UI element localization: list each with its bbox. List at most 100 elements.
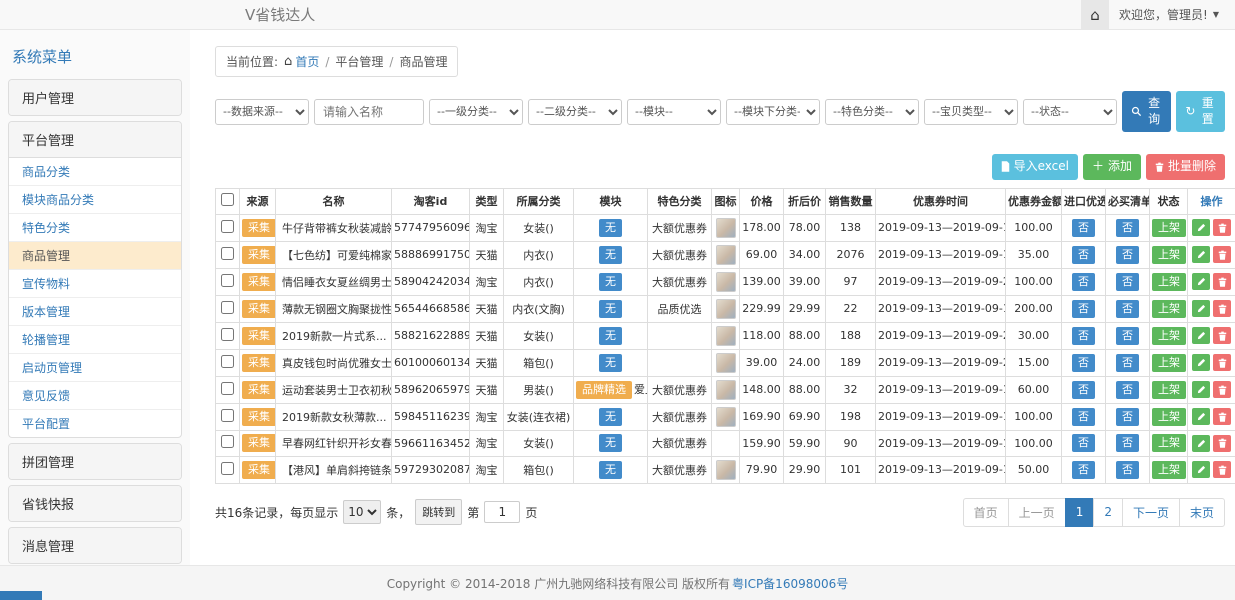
edit-button[interactable] <box>1192 300 1210 317</box>
user-menu[interactable]: 欢迎您，管理员! ▼ <box>1109 6 1235 23</box>
item-type-select[interactable]: --宝贝类型-- <box>924 99 1018 125</box>
status-badge[interactable]: 上架 <box>1152 300 1186 318</box>
page-button-5[interactable]: 末页 <box>1179 498 1225 527</box>
must-buy-toggle[interactable]: 否 <box>1116 408 1139 426</box>
edit-button[interactable] <box>1192 461 1210 478</box>
must-buy-toggle[interactable]: 否 <box>1116 219 1139 237</box>
page-number-input[interactable] <box>484 501 520 523</box>
search-button[interactable]: 查询 <box>1122 91 1171 132</box>
row-checkbox[interactable] <box>221 435 234 448</box>
row-checkbox[interactable] <box>221 409 234 422</box>
delete-button[interactable] <box>1213 461 1231 478</box>
must-buy-toggle[interactable]: 否 <box>1116 273 1139 291</box>
edit-button[interactable] <box>1192 219 1210 236</box>
status-badge[interactable]: 上架 <box>1152 273 1186 291</box>
edit-button[interactable] <box>1192 273 1210 290</box>
sidebar-subitem-4[interactable]: 宣传物料 <box>9 270 181 298</box>
module-badge[interactable]: 无 <box>599 327 622 345</box>
sidebar-item-3[interactable]: 省钱快报 <box>9 486 181 521</box>
level2-category-select[interactable]: --二级分类-- <box>528 99 622 125</box>
delete-button[interactable] <box>1213 354 1231 371</box>
edit-button[interactable] <box>1192 381 1210 398</box>
row-checkbox[interactable] <box>221 274 234 287</box>
row-checkbox[interactable] <box>221 328 234 341</box>
sidebar-subitem-6[interactable]: 轮播管理 <box>9 326 181 354</box>
status-badge[interactable]: 上架 <box>1152 246 1186 264</box>
import-select-toggle[interactable]: 否 <box>1072 434 1095 452</box>
reset-button[interactable]: ↻ 重置 <box>1176 91 1225 132</box>
page-size-select[interactable]: 10 <box>343 500 381 524</box>
module-select[interactable]: --模块-- <box>627 99 721 125</box>
delete-button[interactable] <box>1213 300 1231 317</box>
sidebar-item-2[interactable]: 拼团管理 <box>9 444 181 479</box>
home-button[interactable]: ⌂ <box>1081 0 1109 29</box>
must-buy-toggle[interactable]: 否 <box>1116 354 1139 372</box>
status-badge[interactable]: 上架 <box>1152 434 1186 452</box>
sidebar-subitem-9[interactable]: 平台配置 <box>9 410 181 437</box>
breadcrumb-home-link[interactable]: ⌂ 首页 <box>284 53 319 70</box>
row-checkbox[interactable] <box>221 247 234 260</box>
page-button-1[interactable]: 上一页 <box>1008 498 1066 527</box>
module-badge[interactable]: 无 <box>599 273 622 291</box>
batch-delete-button[interactable]: 批量删除 <box>1146 154 1225 180</box>
module-badge[interactable]: 无 <box>599 434 622 452</box>
module-badge[interactable]: 无 <box>599 354 622 372</box>
module-badge[interactable]: 无 <box>599 219 622 237</box>
must-buy-toggle[interactable]: 否 <box>1116 381 1139 399</box>
status-badge[interactable]: 上架 <box>1152 327 1186 345</box>
module-badge[interactable]: 无 <box>599 461 622 479</box>
page-button-0[interactable]: 首页 <box>963 498 1009 527</box>
app-title[interactable]: V省钱达人 <box>0 4 315 25</box>
must-buy-toggle[interactable]: 否 <box>1116 327 1139 345</box>
row-checkbox[interactable] <box>221 355 234 368</box>
sidebar-subitem-8[interactable]: 意见反馈 <box>9 382 181 410</box>
jump-button[interactable]: 跳转到 <box>415 499 462 525</box>
select-all-checkbox[interactable] <box>221 193 234 206</box>
sidebar-subitem-7[interactable]: 启动页管理 <box>9 354 181 382</box>
status-badge[interactable]: 上架 <box>1152 354 1186 372</box>
status-badge[interactable]: 上架 <box>1152 461 1186 479</box>
status-badge[interactable]: 上架 <box>1152 219 1186 237</box>
delete-button[interactable] <box>1213 381 1231 398</box>
import-select-toggle[interactable]: 否 <box>1072 461 1095 479</box>
import-select-toggle[interactable]: 否 <box>1072 219 1095 237</box>
sidebar-subitem-3[interactable]: 商品管理 <box>9 242 181 270</box>
page-button-4[interactable]: 下一页 <box>1122 498 1180 527</box>
row-checkbox[interactable] <box>221 301 234 314</box>
row-checkbox[interactable] <box>221 382 234 395</box>
row-checkbox[interactable] <box>221 462 234 475</box>
delete-button[interactable] <box>1213 408 1231 425</box>
must-buy-toggle[interactable]: 否 <box>1116 246 1139 264</box>
import-select-toggle[interactable]: 否 <box>1072 273 1095 291</box>
feature-category-select[interactable]: --特色分类-- <box>825 99 919 125</box>
page-button-2[interactable]: 1 <box>1065 498 1095 527</box>
delete-button[interactable] <box>1213 327 1231 344</box>
edit-button[interactable] <box>1192 327 1210 344</box>
must-buy-toggle[interactable]: 否 <box>1116 300 1139 318</box>
delete-button[interactable] <box>1213 273 1231 290</box>
sidebar-item-4[interactable]: 消息管理 <box>9 528 181 563</box>
sidebar-subitem-1[interactable]: 模块商品分类 <box>9 186 181 214</box>
import-excel-button[interactable]: 导入excel <box>992 154 1078 180</box>
import-select-toggle[interactable]: 否 <box>1072 300 1095 318</box>
module-badge[interactable]: 品牌精选 <box>576 381 632 399</box>
edit-button[interactable] <box>1192 435 1210 452</box>
import-select-toggle[interactable]: 否 <box>1072 408 1095 426</box>
sidebar-subitem-5[interactable]: 版本管理 <box>9 298 181 326</box>
name-input[interactable] <box>314 99 424 125</box>
sidebar-item-1[interactable]: 平台管理 <box>9 122 181 157</box>
add-button[interactable]: ＋ 添加 <box>1083 154 1141 180</box>
edit-button[interactable] <box>1192 246 1210 263</box>
status-badge[interactable]: 上架 <box>1152 381 1186 399</box>
level1-category-select[interactable]: --一级分类-- <box>429 99 523 125</box>
delete-button[interactable] <box>1213 219 1231 236</box>
import-select-toggle[interactable]: 否 <box>1072 381 1095 399</box>
module-badge[interactable]: 无 <box>599 246 622 264</box>
edit-button[interactable] <box>1192 354 1210 371</box>
edit-button[interactable] <box>1192 408 1210 425</box>
module-badge[interactable]: 无 <box>599 408 622 426</box>
import-select-toggle[interactable]: 否 <box>1072 246 1095 264</box>
module-badge[interactable]: 无 <box>599 300 622 318</box>
sidebar-item-0[interactable]: 用户管理 <box>9 80 181 115</box>
status-badge[interactable]: 上架 <box>1152 408 1186 426</box>
